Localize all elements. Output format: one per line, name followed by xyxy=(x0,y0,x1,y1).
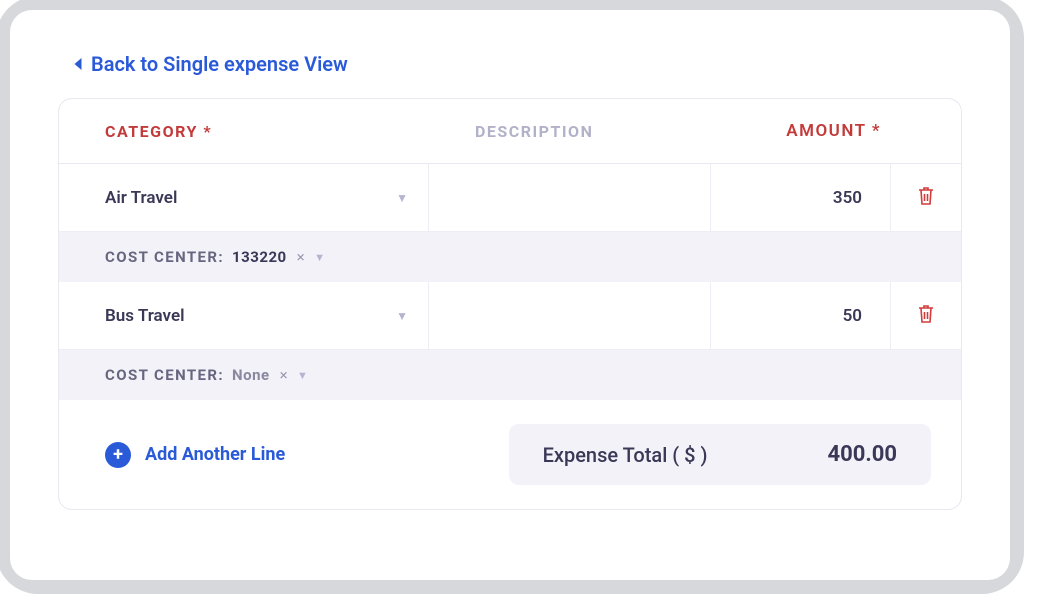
table-row: Air Travel ▼ 350 xyxy=(59,164,961,232)
description-input[interactable] xyxy=(429,282,711,349)
delete-button[interactable] xyxy=(916,185,936,211)
amount-value: 50 xyxy=(843,306,862,326)
category-select[interactable]: Air Travel ▼ xyxy=(59,164,429,231)
cost-center-dropdown[interactable]: ▼ xyxy=(314,251,326,264)
clear-cost-center-button[interactable]: × xyxy=(297,248,306,266)
add-line-label: Add Another Line xyxy=(145,444,285,465)
trash-icon xyxy=(916,303,936,325)
trash-icon xyxy=(916,185,936,207)
back-link[interactable]: Back to Single expense View xyxy=(72,52,348,76)
cost-center-row: COST CENTER: None × ▼ xyxy=(59,350,961,400)
header-amount: AMOUNT * xyxy=(711,121,891,141)
expense-total: Expense Total ( $ ) 400.00 xyxy=(509,424,931,485)
table-header: CATEGORY * DESCRIPTION AMOUNT * xyxy=(59,99,961,164)
plus-icon: + xyxy=(105,442,131,468)
description-input[interactable] xyxy=(429,164,711,231)
expense-panel: CATEGORY * DESCRIPTION AMOUNT * Air Trav… xyxy=(58,98,962,510)
total-label: Expense Total ( $ ) xyxy=(543,443,708,467)
expense-card: Back to Single expense View CATEGORY * D… xyxy=(10,10,1010,580)
back-caret-icon xyxy=(72,57,83,71)
cost-center-value: 133220 xyxy=(232,248,287,266)
cost-center-row: COST CENTER: 133220 × ▼ xyxy=(59,232,961,282)
table-row: Bus Travel ▼ 50 xyxy=(59,282,961,350)
chevron-down-icon: ▼ xyxy=(396,191,408,205)
header-description: DESCRIPTION xyxy=(475,122,711,141)
chevron-down-icon: ▼ xyxy=(396,309,408,323)
delete-button[interactable] xyxy=(916,303,936,329)
cost-center-label: COST CENTER: xyxy=(105,248,224,266)
category-value: Bus Travel xyxy=(105,306,185,326)
back-link-label: Back to Single expense View xyxy=(91,52,348,76)
cost-center-value: None xyxy=(232,366,270,384)
category-value: Air Travel xyxy=(105,188,177,208)
add-line-button[interactable]: + Add Another Line xyxy=(105,442,285,468)
cost-center-label: COST CENTER: xyxy=(105,366,224,384)
cost-center-dropdown[interactable]: ▼ xyxy=(297,369,309,382)
table-footer: + Add Another Line Expense Total ( $ ) 4… xyxy=(59,400,961,509)
total-value: 400.00 xyxy=(828,442,898,467)
amount-input[interactable]: 50 xyxy=(711,282,891,349)
amount-value: 350 xyxy=(833,188,862,208)
clear-cost-center-button[interactable]: × xyxy=(280,366,289,384)
category-select[interactable]: Bus Travel ▼ xyxy=(59,282,429,349)
header-category: CATEGORY * xyxy=(105,122,475,141)
amount-input[interactable]: 350 xyxy=(711,164,891,231)
